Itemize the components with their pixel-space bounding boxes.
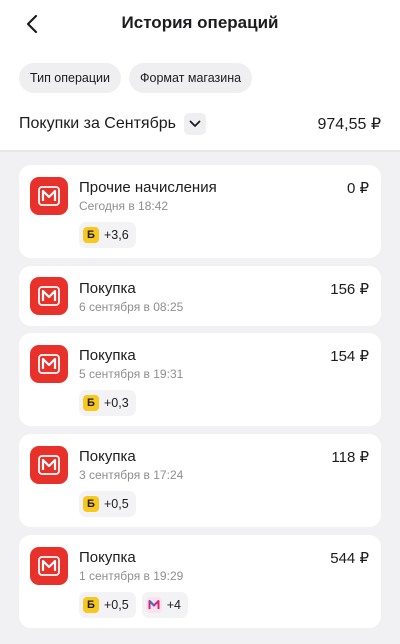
operation-card[interactable]: Прочие начисления Сегодня в 18:42 0 ₽ Б … bbox=[19, 165, 381, 258]
bonus-value: +0,3 bbox=[104, 396, 129, 410]
period-selector[interactable]: Покупки за Сентябрь bbox=[19, 113, 206, 135]
magnit-logo-icon bbox=[30, 446, 68, 484]
bonus-badges: Б +3,6 bbox=[79, 222, 136, 248]
operation-name: Покупка bbox=[79, 280, 136, 297]
bonus-badges: Б +0,3 bbox=[79, 390, 136, 416]
bonus-badge: Б +0,5 bbox=[79, 491, 136, 517]
magnit-logo-icon bbox=[30, 345, 68, 383]
bonus-value: +3,6 bbox=[104, 228, 129, 242]
chevron-down-icon bbox=[183, 113, 206, 135]
filter-operation-type[interactable]: Тип операции bbox=[19, 63, 122, 93]
page-title: История операций bbox=[121, 13, 279, 32]
operation-amount: 156 ₽ bbox=[330, 281, 369, 298]
operation-card[interactable]: Покупка 1 сентября в 19:29 544 ₽ Б +0,5 … bbox=[19, 535, 381, 628]
operation-name: Покупка bbox=[79, 347, 136, 364]
bonus-badges: Б +0,5 +4 bbox=[79, 592, 188, 618]
filter-chips: Тип операции Формат магазина bbox=[19, 63, 253, 93]
filter-store-format[interactable]: Формат магазина bbox=[129, 63, 253, 93]
operation-amount: 154 ₽ bbox=[330, 348, 369, 365]
bonus-value: +0,5 bbox=[104, 598, 129, 612]
operation-date: 5 сентября в 19:31 bbox=[79, 367, 184, 381]
bonus-b-icon: Б bbox=[83, 496, 99, 512]
operation-card[interactable]: Покупка 5 сентября в 19:31 154 ₽ Б +0,3 bbox=[19, 333, 381, 426]
bonus-badge-magnit: +4 bbox=[141, 592, 188, 618]
operation-amount: 118 ₽ bbox=[331, 449, 369, 466]
operation-card[interactable]: Покупка 6 сентября в 08:25 156 ₽ bbox=[19, 266, 381, 326]
operation-date: 6 сентября в 08:25 bbox=[79, 300, 184, 314]
bonus-b-icon: Б bbox=[83, 227, 99, 243]
operation-amount: 0 ₽ bbox=[346, 180, 369, 197]
operation-name: Покупка bbox=[79, 448, 136, 465]
bonus-badges: Б +0,5 bbox=[79, 491, 136, 517]
bonus-badge: Б +3,6 bbox=[79, 222, 136, 248]
magnit-logo-icon bbox=[30, 177, 68, 215]
operation-name: Покупка bbox=[79, 549, 136, 566]
operation-date: 3 сентября в 17:24 bbox=[79, 468, 184, 482]
bonus-value: +4 bbox=[166, 598, 181, 612]
header: История операций Тип операции Формат маг… bbox=[0, 0, 400, 150]
magnit-logo-icon bbox=[30, 277, 68, 315]
operation-date: 1 сентября в 19:29 bbox=[79, 569, 184, 583]
period-row: Покупки за Сентябрь 974,55 ₽ bbox=[19, 110, 381, 138]
operation-date: Сегодня в 18:42 bbox=[79, 199, 169, 213]
operation-amount: 544 ₽ bbox=[330, 550, 369, 567]
operation-card[interactable]: Покупка 3 сентября в 17:24 118 ₽ Б +0,5 bbox=[19, 434, 381, 527]
bonus-badge: Б +0,5 bbox=[79, 592, 136, 618]
magnit-logo-icon bbox=[30, 547, 68, 585]
magnit-bonus-icon bbox=[145, 597, 162, 613]
bonus-b-icon: Б bbox=[83, 597, 99, 613]
operation-name: Прочие начисления bbox=[79, 179, 217, 196]
bonus-badge: Б +0,3 bbox=[79, 390, 136, 416]
period-label: Покупки за Сентябрь bbox=[19, 115, 176, 132]
period-total: 974,55 ₽ bbox=[317, 116, 381, 133]
bonus-b-icon: Б bbox=[83, 395, 99, 411]
bonus-value: +0,5 bbox=[104, 497, 129, 511]
